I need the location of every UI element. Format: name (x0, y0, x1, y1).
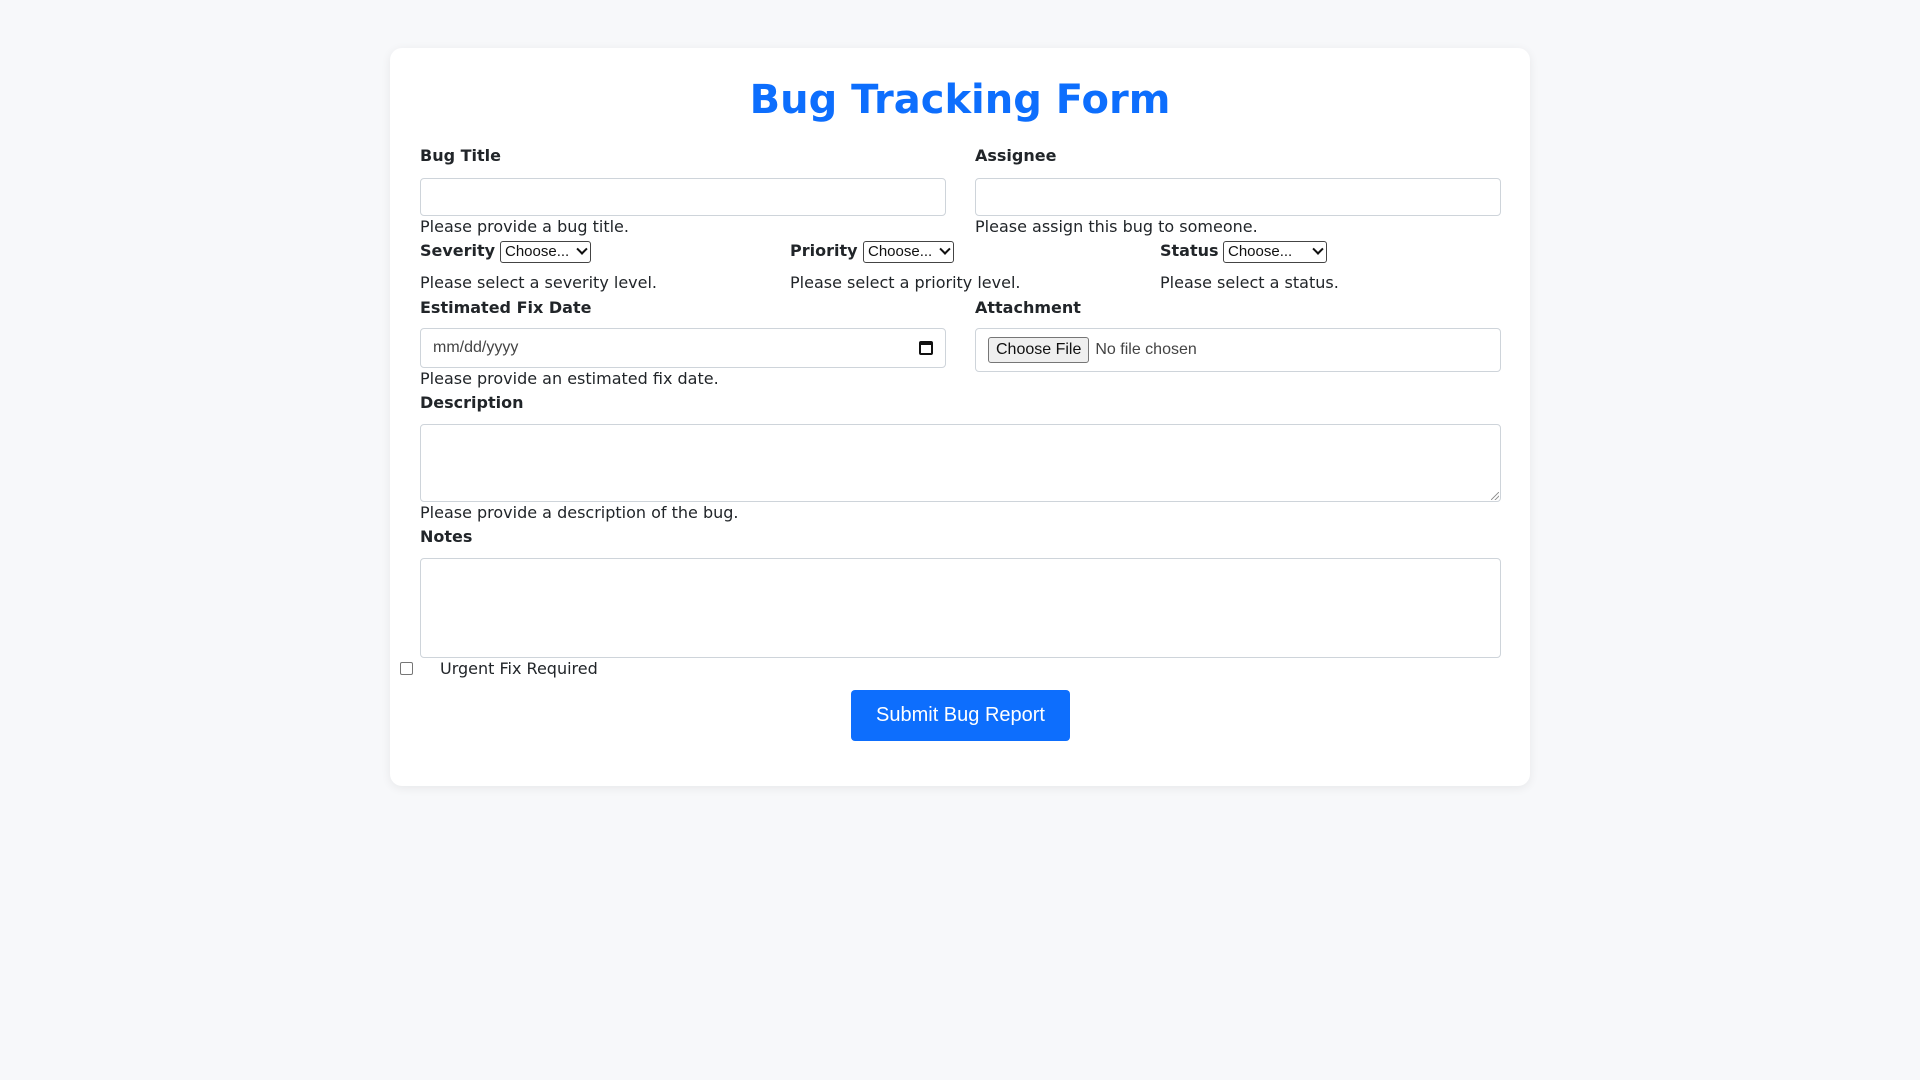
severity-label: Severity (420, 241, 496, 260)
attachment-input[interactable]: Choose File No file chosen (975, 328, 1501, 372)
fix-date-help: Please provide an estimated fix date. (420, 369, 719, 388)
chevron-down-icon (1312, 243, 1324, 255)
assignee-help: Please assign this bug to someone. (975, 217, 1258, 236)
bug-title-input[interactable] (420, 178, 946, 216)
priority-select[interactable]: Choose... (863, 241, 954, 263)
notes-label: Notes (420, 527, 473, 546)
choose-file-button[interactable]: Choose File (988, 337, 1090, 363)
page-title: Bug Tracking Form (749, 77, 1171, 123)
severity-help: Please select a severity level. (420, 273, 657, 292)
bug-title-help: Please provide a bug title. (420, 217, 629, 236)
calendar-icon[interactable] (919, 341, 933, 355)
submit-button[interactable]: Submit Bug Report (851, 690, 1070, 741)
assignee-label: Assignee (975, 146, 1057, 165)
resize-grip-icon[interactable] (1491, 492, 1499, 500)
fix-date-input[interactable]: mm/dd/yyyy (420, 328, 946, 368)
priority-label: Priority (790, 241, 858, 260)
attachment-label: Attachment (975, 298, 1081, 317)
status-label: Status (1160, 241, 1219, 260)
description-help: Please provide a description of the bug. (420, 503, 739, 522)
description-label: Description (420, 393, 524, 412)
status-help: Please select a status. (1160, 273, 1339, 292)
bug-title-label: Bug Title (420, 146, 501, 165)
chevron-down-icon (576, 243, 588, 255)
description-textarea[interactable] (420, 424, 1501, 502)
status-select[interactable]: Choose... (1223, 241, 1327, 263)
file-status: No file chosen (1095, 341, 1197, 358)
fix-date-placeholder: mm/dd/yyyy (433, 339, 519, 356)
urgent-checkbox[interactable] (400, 662, 413, 675)
urgent-label: Urgent Fix Required (440, 659, 598, 678)
severity-selected: Choose... (505, 243, 570, 260)
chevron-down-icon (939, 243, 951, 255)
status-selected: Choose... (1228, 243, 1293, 260)
assignee-input[interactable] (975, 178, 1501, 216)
severity-select[interactable]: Choose... (500, 241, 591, 263)
notes-textarea[interactable] (420, 558, 1501, 658)
fix-date-label: Estimated Fix Date (420, 298, 592, 317)
priority-help: Please select a priority level. (790, 273, 1021, 292)
form-card: Bug Tracking Form Bug Title Please provi… (390, 48, 1530, 786)
priority-selected: Choose... (868, 243, 933, 260)
